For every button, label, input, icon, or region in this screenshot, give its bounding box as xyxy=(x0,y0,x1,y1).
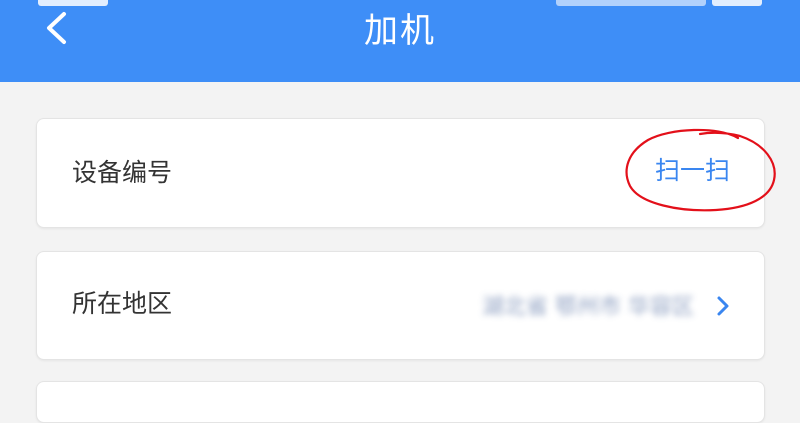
status-bar-time-fragment xyxy=(38,0,108,6)
status-bar-battery-fragment xyxy=(712,0,762,6)
status-bar-signal-fragment xyxy=(556,0,706,6)
page-title: 加机 xyxy=(364,11,436,51)
next-form-row xyxy=(36,381,765,423)
device-number-label: 设备编号 xyxy=(72,158,173,187)
device-number-row: 设备编号 扫一扫 xyxy=(36,118,776,228)
scan-button[interactable]: 扫一扫 xyxy=(625,128,776,212)
region-row[interactable]: 所在地区 湖北省 鄂州市 华容区 xyxy=(36,251,765,360)
region-label: 所在地区 xyxy=(72,289,173,318)
scan-button-label: 扫一扫 xyxy=(654,156,730,185)
region-value[interactable]: 湖北省 鄂州市 华容区 xyxy=(482,289,694,321)
app-header: 加机 xyxy=(0,0,800,82)
region-value-text: 湖北省 鄂州市 华容区 xyxy=(482,295,694,320)
chevron-right-icon[interactable] xyxy=(713,294,733,318)
